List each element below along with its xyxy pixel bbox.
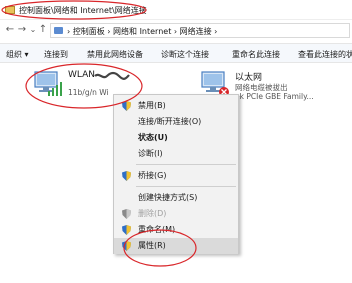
menu-item-disable[interactable]: 禁用(B) xyxy=(114,98,238,113)
title-bar: 控制面板\网络和 Internet\网络连接 xyxy=(0,0,352,20)
view-status-button[interactable]: 查看此连接的状态 xyxy=(298,49,352,60)
rename-button[interactable]: 重命名此连接 xyxy=(232,49,280,60)
menu-item-delete[interactable]: 删除(D) xyxy=(114,206,238,221)
ethernet-adapter-info: ek PCIe GBE Family... xyxy=(235,92,314,101)
menu-item-connect-disconnect[interactable]: 连接/断开连接(O) xyxy=(114,114,238,129)
folder-icon xyxy=(5,6,15,14)
menu-item-label: 删除(D) xyxy=(138,209,167,218)
organize-menu[interactable]: 组织 ▾ xyxy=(6,49,29,60)
menu-item-label: 重命名(M) xyxy=(138,225,176,234)
menu-item-diagnose[interactable]: 诊断(I) xyxy=(114,146,238,161)
shield-icon xyxy=(122,101,131,111)
menu-item-properties[interactable]: 属性(R) xyxy=(114,238,238,254)
wlan-adapter-info: 11b/g/n Wi xyxy=(68,88,109,97)
disable-device-button[interactable]: 禁用此网络设备 xyxy=(87,49,143,60)
menu-item-create-shortcut[interactable]: 创建快捷方式(S) xyxy=(114,190,238,205)
menu-item-label: 桥接(G) xyxy=(138,171,167,180)
shield-icon xyxy=(122,209,131,219)
connect-to-button[interactable]: 连接到 xyxy=(44,49,68,60)
menu-item-label: 状态(U) xyxy=(138,133,168,142)
menu-item-label: 创建快捷方式(S) xyxy=(138,193,198,202)
menu-separator xyxy=(136,186,236,187)
shield-icon xyxy=(122,225,131,235)
wireless-adapter-icon xyxy=(34,71,62,96)
network-folder-icon xyxy=(54,27,63,34)
shield-icon xyxy=(122,241,131,251)
breadcrumb[interactable]: › 控制面板 › 网络和 Internet › 网络连接 › xyxy=(67,26,217,37)
menu-separator xyxy=(136,164,236,165)
command-bar: 组织 ▾ 连接到 禁用此网络设备 诊断这个连接 重命名此连接 查看此连接的状态 xyxy=(0,43,352,63)
back-button[interactable]: ← xyxy=(4,23,16,37)
menu-item-rename[interactable]: 重命名(M) xyxy=(114,222,238,237)
menu-item-status[interactable]: 状态(U) xyxy=(114,130,238,145)
address-field[interactable]: › 控制面板 › 网络和 Internet › 网络连接 › xyxy=(50,23,350,38)
up-button[interactable]: ↑ xyxy=(37,23,49,37)
window-title: 控制面板\网络和 Internet\网络连接 xyxy=(19,6,147,15)
menu-item-label: 诊断(I) xyxy=(138,149,163,158)
menu-item-label: 连接/断开连接(O) xyxy=(138,117,202,126)
address-bar: ← → ⌄ ↑ › 控制面板 › 网络和 Internet › 网络连接 › xyxy=(0,22,352,39)
diagnose-button[interactable]: 诊断这个连接 xyxy=(161,49,209,60)
shield-icon xyxy=(122,171,131,181)
menu-item-bridge[interactable]: 桥接(G) xyxy=(114,168,238,183)
ssid-redaction xyxy=(94,71,130,80)
menu-item-label: 禁用(B) xyxy=(138,101,166,110)
wlan-name: WLAN xyxy=(68,70,96,80)
context-menu: 禁用(B) 连接/断开连接(O) 状态(U) 诊断(I) 桥接(G) 创建快捷方… xyxy=(113,94,239,254)
menu-item-label: 属性(R) xyxy=(138,241,166,250)
